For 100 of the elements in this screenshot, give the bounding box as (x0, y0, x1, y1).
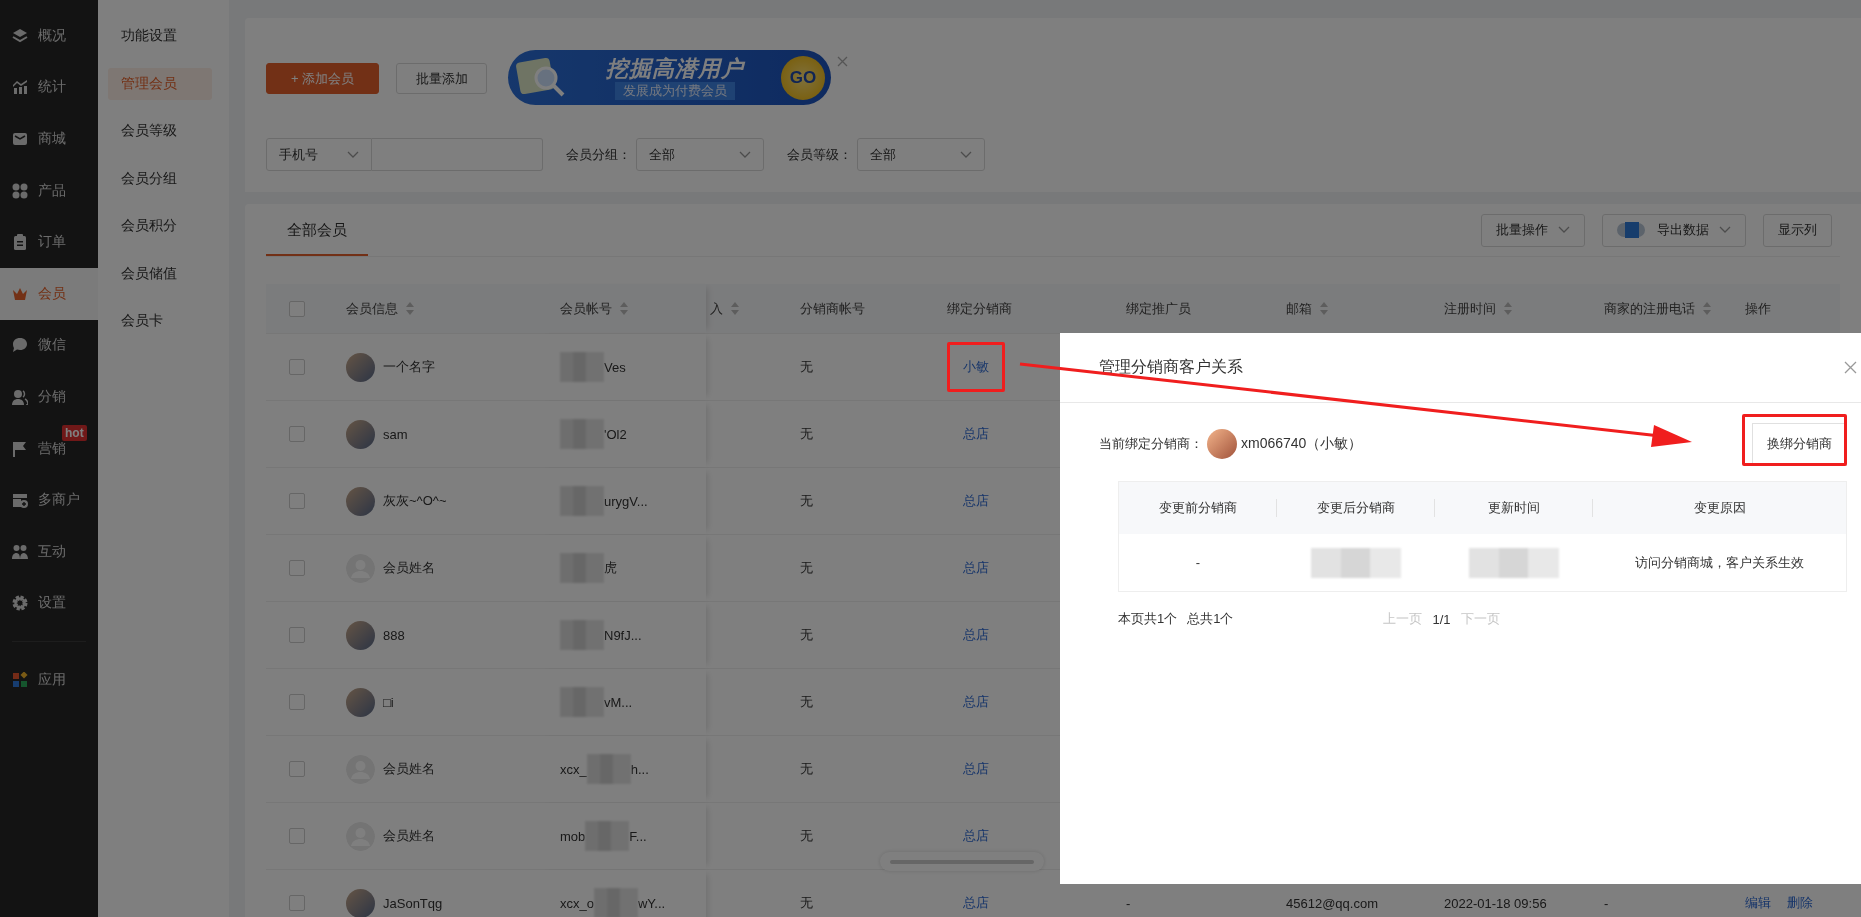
distributor-account: 无 (800, 425, 813, 443)
sidebar-item[interactable]: 多商户 (0, 474, 98, 526)
sort-icon (731, 302, 739, 315)
phone: - (1604, 895, 1609, 911)
column-header[interactable]: 入 (710, 299, 739, 318)
action-link[interactable]: 编辑 (1745, 894, 1771, 912)
distributor-link[interactable]: 总店 (947, 610, 1005, 660)
batch-actions-button[interactable]: 批量操作 (1481, 213, 1585, 247)
distributor-link[interactable]: 总店 (947, 677, 1005, 727)
submenu-item[interactable]: 管理会员 (108, 67, 212, 100)
chevron-down-icon (1558, 226, 1570, 234)
submenu-item[interactable]: 会员卡 (108, 305, 212, 337)
column-header[interactable]: 注册时间 (1444, 299, 1512, 318)
member-name: JaSonTqg (383, 895, 443, 911)
avatar-photo-placeholder (1207, 429, 1237, 459)
member-account: urygV... (604, 493, 648, 509)
sidebar-item[interactable]: 会员 (0, 267, 98, 320)
distributor-account: 无 (800, 760, 813, 778)
checkbox[interactable] (289, 828, 305, 844)
sidebar-item[interactable]: 订单 (0, 216, 98, 268)
distributor-link[interactable]: 小敏 (947, 342, 1005, 392)
sort-icon (406, 302, 414, 315)
distributor-account: 无 (800, 827, 813, 845)
checkbox[interactable] (289, 694, 305, 710)
member-account: F... (629, 828, 647, 844)
sidebar-item[interactable]: 商城 (0, 113, 98, 165)
blurred-region (560, 352, 604, 382)
sidebar-item[interactable]: 概况 (0, 10, 98, 62)
filter-select[interactable]: 全部 (857, 138, 985, 171)
member-name: 会员姓名 (383, 559, 435, 577)
member-account: 'Ol2 (604, 426, 627, 442)
submenu-item[interactable]: 会员等级 (108, 115, 212, 147)
batch-add-button[interactable]: 批量添加 (396, 63, 487, 94)
checkbox[interactable] (289, 426, 305, 442)
sidebar-item[interactable]: 统计 (0, 61, 98, 114)
email: 45612@qq.com (1286, 895, 1378, 911)
sidebar-item[interactable]: hot 营销 (0, 422, 98, 475)
submenu-item[interactable]: 会员积分 (108, 210, 212, 242)
distributor-link[interactable]: 总店 (947, 476, 1005, 526)
member-account: Ves (604, 359, 626, 375)
current-distributor-label: 当前绑定分销商： (1099, 435, 1203, 453)
export-button[interactable]: 导出数据 (1602, 213, 1746, 247)
distributor-link[interactable]: 总店 (947, 543, 1005, 593)
distributor-link[interactable]: 总店 (947, 878, 1005, 917)
page-count: 本页共1个 (1118, 610, 1178, 628)
apps-icon (12, 671, 28, 688)
filter-select[interactable]: 全部 (636, 138, 764, 171)
action-link[interactable]: 删除 (1787, 894, 1813, 912)
add-member-button[interactable]: + 添加会员 (266, 63, 379, 94)
column-header[interactable]: 会员帐号 (560, 299, 628, 318)
go-button[interactable]: GO (781, 55, 825, 100)
banner-subtitle: 发展成为付费会员 (614, 81, 735, 100)
sidebar-item[interactable]: 产品 (0, 164, 98, 217)
member-account: xcx_o (560, 895, 594, 911)
distributor-link[interactable]: 总店 (947, 744, 1005, 794)
chat-icon (12, 337, 28, 354)
column-header: 变更前分销商 (1119, 499, 1277, 517)
checkbox[interactable] (289, 895, 305, 911)
member-name: 灰灰~^O^~ (383, 492, 447, 510)
filter-label: 会员分组： (566, 145, 632, 164)
sidebar-item[interactable]: 分销 (0, 371, 98, 423)
sort-icon (620, 302, 628, 315)
shop-icon (12, 492, 28, 509)
column-header[interactable]: 会员信息 (346, 299, 414, 318)
close-icon[interactable] (837, 56, 848, 67)
submenu-item[interactable]: 功能设置 (108, 20, 212, 52)
blurred-region (586, 754, 631, 784)
checkbox[interactable] (289, 493, 305, 509)
hot-badge: hot (62, 424, 87, 441)
column-header[interactable]: 商家的注册电话 (1604, 299, 1711, 318)
horizontal-scrollbar[interactable] (880, 852, 1044, 871)
tab[interactable]: 全部会员 (266, 204, 368, 256)
switch-icon (1617, 222, 1647, 238)
banner-title: 挖掘高潜用户 (605, 55, 744, 82)
checkbox[interactable] (289, 761, 305, 777)
member-name: 会员姓名 (383, 760, 435, 778)
submenu-item[interactable]: 会员储值 (108, 257, 212, 290)
search-type-select[interactable]: 手机号 (266, 138, 372, 171)
distributor-account: 无 (800, 358, 813, 376)
promoter: - (1126, 895, 1131, 911)
member-account: xcx_ (560, 761, 587, 777)
distributor-link[interactable]: 总店 (947, 409, 1005, 459)
checkbox[interactable] (289, 627, 305, 643)
checkbox[interactable] (289, 359, 305, 375)
show-columns-button[interactable]: 显示列 (1763, 213, 1832, 247)
checkbox[interactable] (289, 300, 305, 317)
close-icon[interactable] (1844, 361, 1857, 374)
sidebar-item[interactable]: 应用 (0, 654, 98, 706)
registration-time: 2022-01-18 09:56 (1444, 895, 1547, 911)
blurred-region (560, 486, 604, 516)
distributor-account: 无 (800, 492, 813, 510)
user-icon (12, 388, 28, 405)
chevron-down-icon (739, 150, 751, 159)
column-header[interactable]: 邮箱 (1286, 299, 1328, 318)
sidebar-item[interactable]: 设置 (0, 577, 98, 630)
checkbox[interactable] (289, 560, 305, 576)
sidebar-item[interactable]: 互动 (0, 525, 98, 578)
promo-banner[interactable]: 挖掘高潜用户 发展成为付费会员 GO (508, 50, 831, 105)
submenu-item[interactable]: 会员分组 (108, 162, 212, 195)
blurred-region (593, 888, 638, 917)
